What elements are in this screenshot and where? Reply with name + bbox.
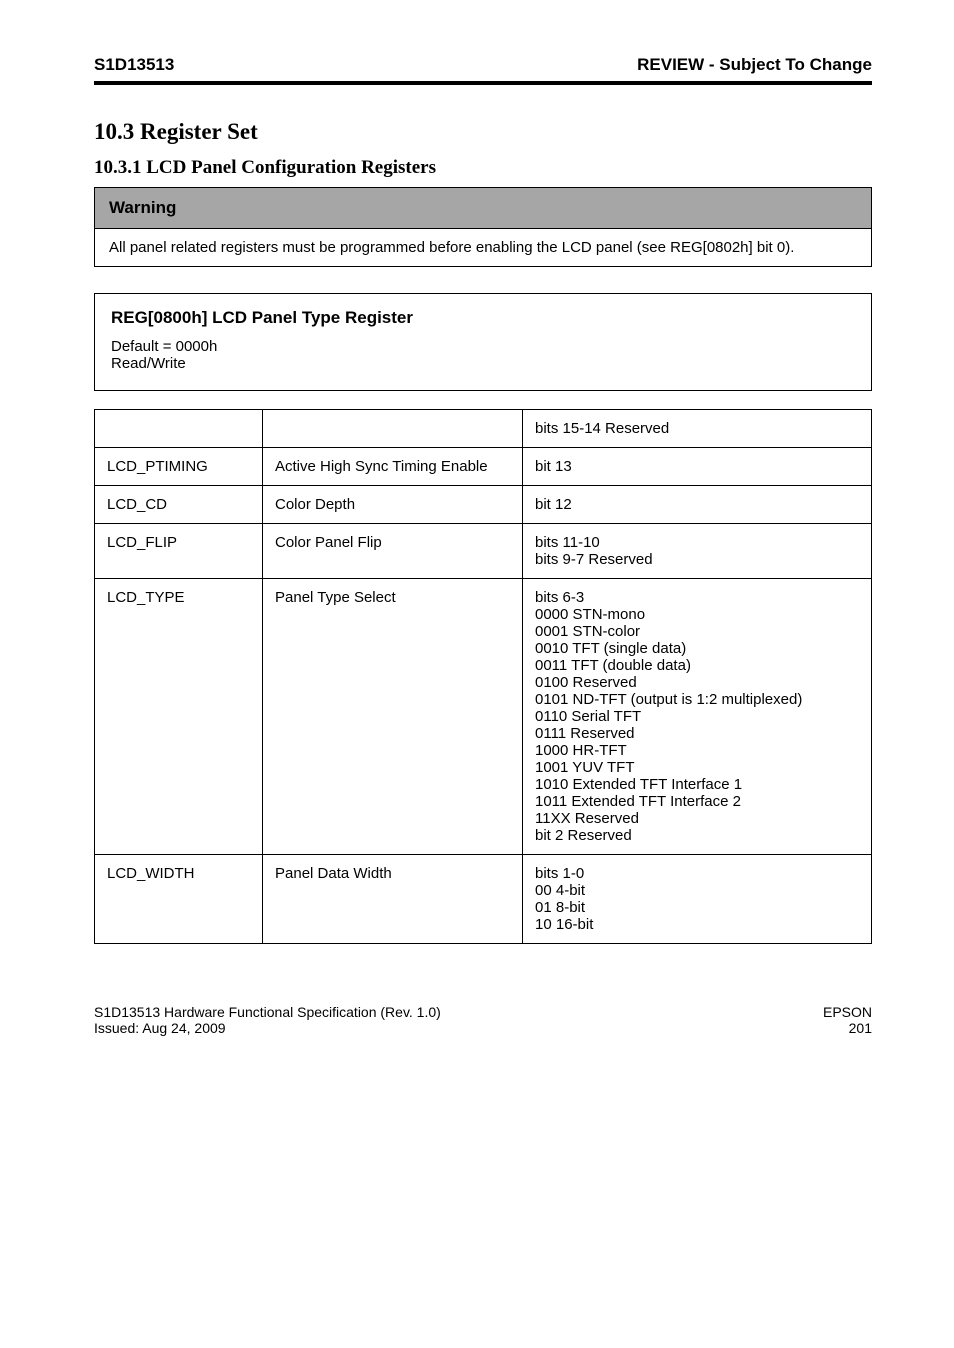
section-heading: 10.3 Register Set [94,119,872,145]
table-row: LCD_WIDTH Panel Data Width bits 1-0 00 4… [95,855,872,944]
footer-doc-title: S1D13513 Hardware Functional Specificati… [94,1004,441,1020]
cell-name [95,410,263,448]
register-fields-table: bits 15-14 Reserved LCD_PTIMING Active H… [94,409,872,944]
register-header-box: REG[0800h] LCD Panel Type Register Defau… [94,293,872,391]
cell-desc: Active High Sync Timing Enable [263,448,523,486]
page: S1D13513 REVIEW - Subject To Change 10.3… [0,0,954,1126]
cell-name: LCD_TYPE [95,579,263,855]
table-row: LCD_TYPE Panel Type Select bits 6-3 0000… [95,579,872,855]
table-row: LCD_FLIP Color Panel Flip bits 11-10 bit… [95,524,872,579]
register-rw: Read/Write [111,355,855,372]
cell-bits: bit 12 [523,486,872,524]
footer-page-num: 201 [823,1020,872,1036]
footer-right: EPSON 201 [823,1004,872,1036]
footer-brand: EPSON [823,1004,872,1020]
warning-box: Warning All panel related registers must… [94,187,872,267]
cell-name: LCD_WIDTH [95,855,263,944]
table-row: LCD_CD Color Depth bit 12 [95,486,872,524]
cell-desc: Panel Type Select [263,579,523,855]
register-default: Default = 0000h [111,338,855,355]
cell-desc [263,410,523,448]
cell-name: LCD_PTIMING [95,448,263,486]
cell-bits: bits 11-10 bits 9-7 Reserved [523,524,872,579]
cell-name: LCD_CD [95,486,263,524]
warning-title-row: Warning [95,188,872,229]
footer-left: S1D13513 Hardware Functional Specificati… [94,1004,441,1036]
cell-bits: bits 1-0 00 4-bit 01 8-bit 10 16-bit [523,855,872,944]
cell-desc: Color Panel Flip [263,524,523,579]
cell-desc: Color Depth [263,486,523,524]
page-header: S1D13513 REVIEW - Subject To Change [94,55,872,85]
cell-name: LCD_FLIP [95,524,263,579]
cell-bits: bit 13 [523,448,872,486]
warning-title: Warning [109,198,176,217]
subsection-heading: 10.3.1 LCD Panel Configuration Registers [94,157,872,179]
footer-issued: Issued: Aug 24, 2009 [94,1020,441,1036]
register-title: REG[0800h] LCD Panel Type Register [111,308,855,328]
warning-title-cell: Warning [95,188,872,229]
cell-bits: bits 6-3 0000 STN-mono 0001 STN-color 00… [523,579,872,855]
warning-body-row: All panel related registers must be prog… [95,229,872,267]
warning-body-cell: All panel related registers must be prog… [95,229,872,267]
cell-bits: bits 15-14 Reserved [523,410,872,448]
page-footer: S1D13513 Hardware Functional Specificati… [94,1004,872,1036]
header-model: S1D13513 [94,55,174,75]
table-row: bits 15-14 Reserved [95,410,872,448]
cell-desc: Panel Data Width [263,855,523,944]
header-status: REVIEW - Subject To Change [637,55,872,75]
table-row: LCD_PTIMING Active High Sync Timing Enab… [95,448,872,486]
